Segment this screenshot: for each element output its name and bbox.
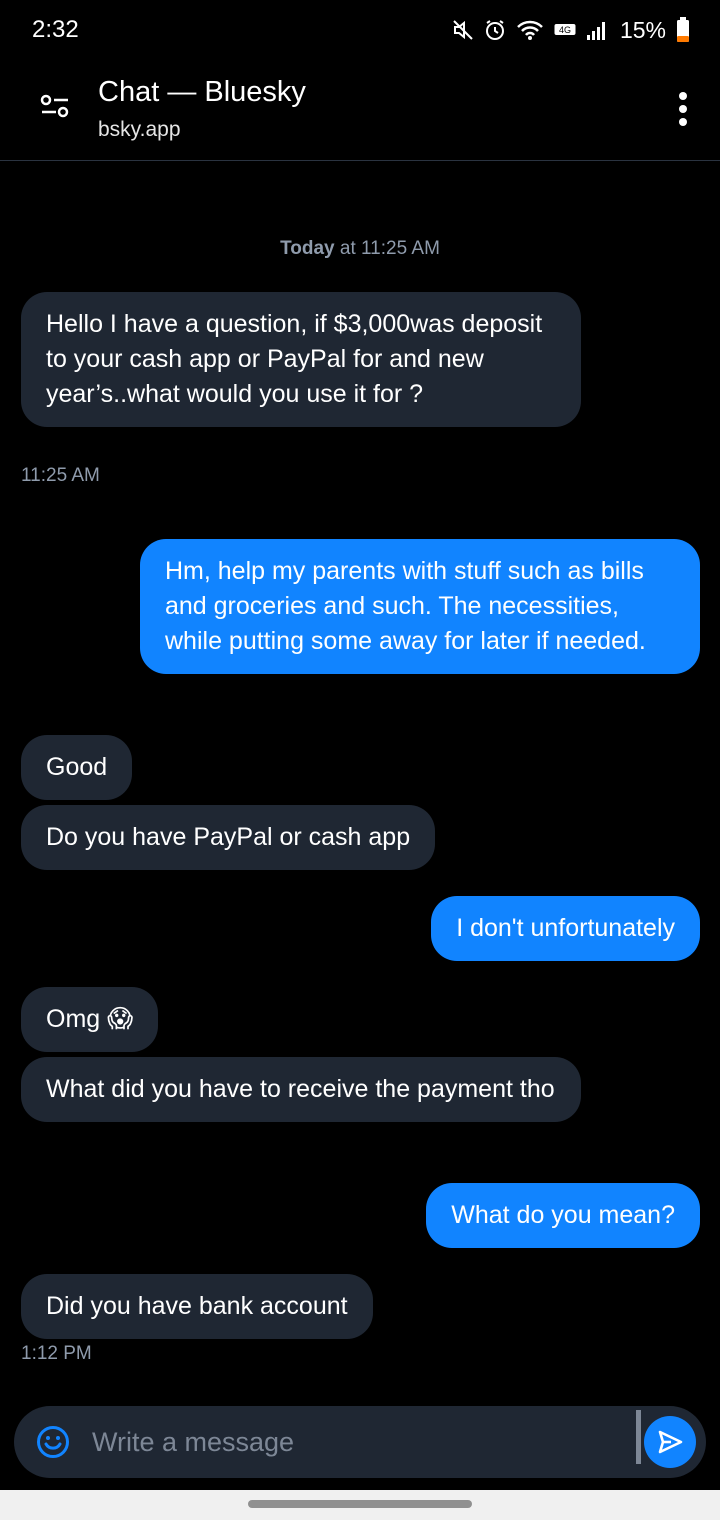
send-icon: [658, 1430, 683, 1454]
page-url[interactable]: bsky.app: [98, 118, 181, 142]
message-composer: [14, 1406, 706, 1478]
message-outgoing: Hm, help my parents with stuff such as b…: [140, 539, 700, 674]
system-navigation-bar: [0, 1490, 720, 1520]
page-title: Chat — Bluesky: [98, 76, 306, 108]
message-incoming: Omg 😱: [21, 987, 159, 1052]
emoji-icon[interactable]: [36, 1425, 70, 1459]
battery-percent: 15%: [619, 16, 666, 43]
battery-icon: [677, 17, 689, 42]
svg-text:4G: 4G: [559, 25, 571, 35]
status-icons: 4G 15%: [452, 14, 690, 46]
message-incoming: Do you have PayPal or cash app: [21, 805, 436, 870]
message-timestamp: 11:25 AM: [21, 465, 100, 486]
alarm-icon: [485, 20, 504, 40]
send-button[interactable]: [644, 1416, 696, 1468]
composer-scroll-handle: [636, 1410, 641, 1464]
message-incoming: Hello I have a question, if $3,000was de…: [21, 292, 581, 427]
day-separator: Today at 11:25 AM: [0, 238, 720, 260]
status-bar: 2:32 4G 15%: [0, 0, 720, 60]
message-incoming: Good: [21, 735, 133, 800]
browser-header: Chat — Bluesky bsky.app: [0, 62, 720, 161]
message-timestamp: 1:12 PM: [21, 1343, 92, 1364]
status-time: 2:32: [32, 16, 79, 43]
day-label: Today: [280, 238, 335, 259]
network-4g-icon: 4G: [554, 24, 576, 35]
tune-icon[interactable]: [40, 92, 70, 122]
home-gesture-handle[interactable]: [248, 1500, 472, 1508]
message-incoming: What did you have to receive the payment…: [21, 1057, 581, 1122]
signal-icon: [586, 22, 605, 40]
day-time: at 11:25 AM: [334, 238, 440, 259]
message-outgoing: I don't unfortunately: [431, 896, 700, 961]
message-outgoing: What do you mean?: [426, 1183, 700, 1248]
message-input[interactable]: [92, 1418, 632, 1466]
wifi-icon: [517, 20, 543, 40]
mute-icon: [453, 20, 473, 40]
message-incoming: Did you have bank account: [21, 1274, 373, 1339]
more-vertical-icon[interactable]: [678, 92, 688, 126]
